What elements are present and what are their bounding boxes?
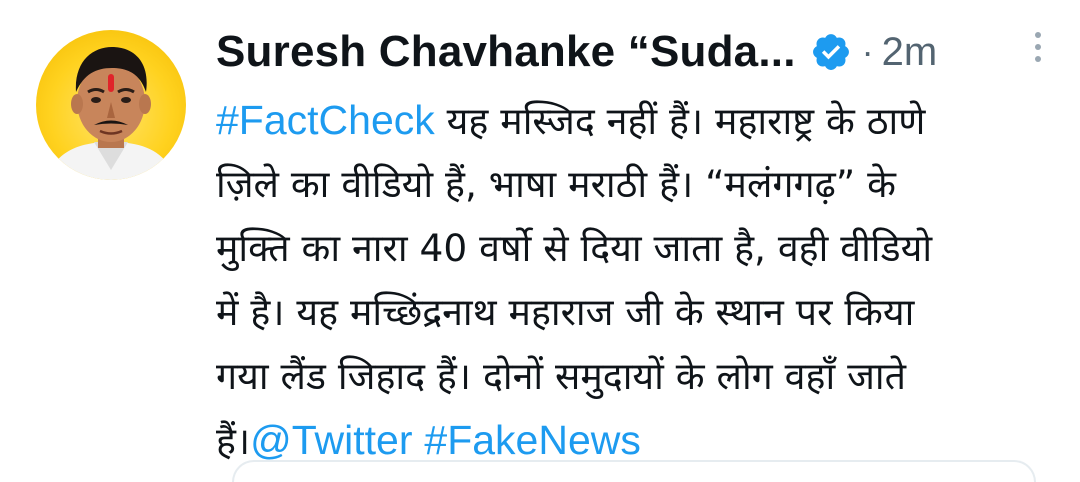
separator-dot: ·: [861, 31, 874, 72]
more-options-icon[interactable]: [1030, 32, 1046, 72]
mention-twitter[interactable]: @Twitter: [250, 417, 412, 463]
tweet-header: Suresh Chavhanke “Suda... · 2m: [216, 22, 1046, 82]
tweet-line: ज़िले का वीडियो हैं, भाषा मराठी हैं। “मल…: [216, 162, 896, 206]
tweet-line-text: यह मस्जिद नहीं हैं। महाराष्ट्र के ठाणे: [434, 99, 926, 143]
tweet-text: #FactCheck यह मस्जिद नहीं हैं। महाराष्ट्…: [216, 88, 1046, 472]
hashtag-fakenews[interactable]: #FakeNews: [424, 417, 640, 463]
avatar-portrait-icon: [46, 46, 176, 180]
author-name[interactable]: Suresh Chavhanke “Suda...: [216, 27, 796, 77]
avatar[interactable]: [36, 30, 186, 180]
timestamp[interactable]: 2m: [882, 30, 938, 75]
media-card-edge[interactable]: [232, 460, 1036, 482]
tweet-line: गया लैंड जिहाद हैं। दोनों समुदायों के लो…: [216, 354, 906, 398]
tweet[interactable]: Suresh Chavhanke “Suda... · 2m #FactChec…: [0, 0, 1080, 482]
hashtag-factcheck[interactable]: #FactCheck: [216, 97, 435, 143]
tweet-line: में है। यह मच्छिंद्रनाथ महाराज जी के स्थ…: [216, 290, 915, 334]
tweet-line-text: हैं।: [216, 419, 251, 463]
tweet-line: मुक्ति का नारा 40 वर्षो से दिया जाता है,…: [216, 226, 933, 270]
tweet-line: #FactCheck यह मस्जिद नहीं हैं। महाराष्ट्…: [216, 88, 1046, 152]
verified-badge-icon: [810, 31, 852, 73]
